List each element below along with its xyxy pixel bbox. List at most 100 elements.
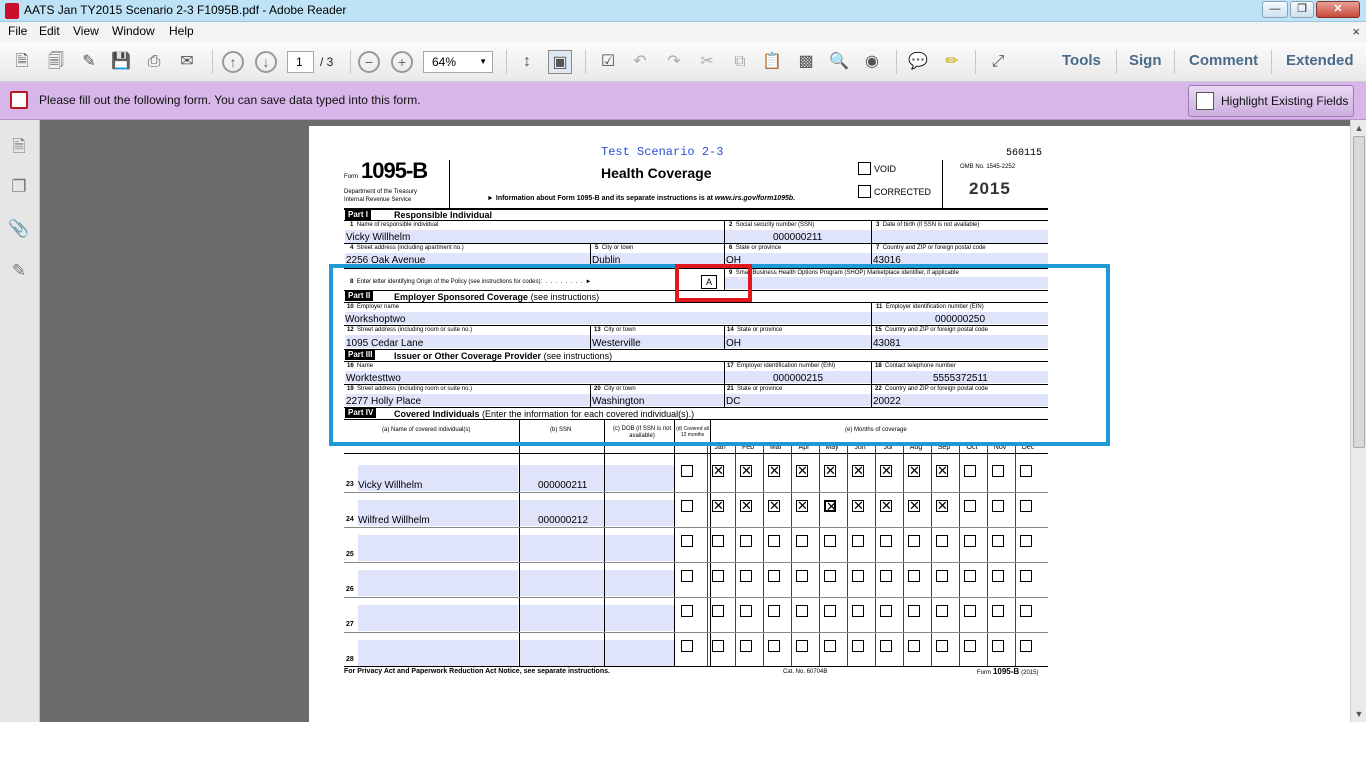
redo-icon[interactable]: ↷ [662, 50, 686, 74]
month-checkbox-nov[interactable] [992, 640, 1004, 652]
edit-pdf-icon[interactable]: ✎ [77, 50, 101, 74]
month-checkbox-feb[interactable] [740, 640, 752, 652]
menu-edit[interactable]: Edit [39, 24, 60, 38]
month-checkbox-jun[interactable] [852, 640, 864, 652]
snapshot-icon[interactable]: ▩ [794, 50, 818, 74]
covered-ssn-field[interactable] [520, 640, 604, 666]
highlight-fields-button[interactable]: Highlight Existing Fields [1188, 85, 1354, 117]
month-checkbox-sep[interactable] [936, 605, 948, 617]
covered-ssn-field[interactable] [520, 605, 604, 631]
month-checkbox-nov[interactable] [992, 605, 1004, 617]
month-checkbox-may[interactable]: ✕ [824, 464, 836, 477]
covered-dob-field[interactable] [605, 535, 674, 561]
month-checkbox-nov[interactable] [992, 570, 1004, 582]
minimize-button[interactable]: — [1262, 1, 1288, 18]
month-checkbox-jan[interactable] [712, 535, 724, 547]
month-checkbox-nov[interactable] [992, 535, 1004, 547]
month-checkbox-oct[interactable] [964, 500, 976, 512]
month-checkbox-jul[interactable] [880, 535, 892, 547]
zoom-select[interactable]: 64% ▼ [423, 51, 493, 73]
layers-icon[interactable]: ❐ [8, 176, 30, 198]
menu-file[interactable]: File [8, 24, 27, 38]
email-icon[interactable]: ✉ [175, 50, 199, 74]
month-checkbox-apr[interactable] [796, 605, 808, 617]
all-12-months-checkbox[interactable] [681, 465, 693, 477]
month-checkbox-aug[interactable] [908, 535, 920, 547]
responsible-street-field[interactable]: 2256 Oak Avenue [345, 253, 590, 264]
attachments-icon[interactable]: 📎 [8, 218, 30, 240]
month-checkbox-jul[interactable]: ✕ [880, 499, 892, 512]
menu-window[interactable]: Window [112, 24, 155, 38]
month-checkbox-jun[interactable]: ✕ [852, 464, 864, 477]
all-12-months-checkbox[interactable] [681, 535, 693, 547]
all-12-months-checkbox[interactable] [681, 500, 693, 512]
month-checkbox-oct[interactable] [964, 465, 976, 477]
month-checkbox-apr[interactable] [796, 570, 808, 582]
highlight-text-icon[interactable]: ✏ [940, 50, 964, 74]
covered-dob-field[interactable] [605, 500, 674, 526]
month-checkbox-apr[interactable] [796, 640, 808, 652]
create-pdf-icon[interactable]: 🗎 [10, 50, 34, 74]
month-checkbox-jan[interactable] [712, 640, 724, 652]
copy-icon[interactable]: ⧉ [728, 50, 752, 74]
month-checkbox-may[interactable] [824, 605, 836, 617]
spell-check-icon[interactable]: ☑ [596, 50, 620, 74]
scroll-thumb[interactable] [1353, 136, 1365, 448]
sign-pane-button[interactable]: Sign [1129, 52, 1162, 69]
month-checkbox-sep[interactable] [936, 535, 948, 547]
month-checkbox-jan[interactable] [712, 570, 724, 582]
month-checkbox-mar[interactable] [768, 605, 780, 617]
all-12-months-checkbox[interactable] [681, 605, 693, 617]
month-checkbox-apr[interactable]: ✕ [796, 499, 808, 512]
zoom-in-icon[interactable]: + [391, 51, 413, 73]
document-close-icon[interactable]: × [1352, 24, 1360, 39]
fit-page-icon[interactable]: ▣ [548, 50, 572, 74]
search-icon[interactable]: 🔍 [827, 50, 851, 74]
corrected-checkbox[interactable] [858, 185, 871, 198]
previous-page-icon[interactable]: ↑ [222, 51, 244, 73]
month-checkbox-jun[interactable]: ✕ [852, 499, 864, 512]
close-button[interactable]: ✕ [1316, 1, 1360, 18]
covered-name-field[interactable] [358, 605, 518, 631]
covered-ssn-field[interactable]: 000000212 [520, 500, 604, 526]
fit-width-icon[interactable]: ↕ [515, 50, 539, 74]
all-12-months-checkbox[interactable] [681, 570, 693, 582]
month-checkbox-jul[interactable]: ✕ [880, 464, 892, 477]
month-checkbox-aug[interactable] [908, 570, 920, 582]
full-screen-icon[interactable]: ⤢ [986, 50, 1010, 74]
month-checkbox-may[interactable] [824, 640, 836, 652]
responsible-name-field[interactable]: Vicky Willhelm [345, 230, 724, 243]
month-checkbox-jan[interactable]: ✕ [712, 499, 724, 512]
save-icon[interactable]: 💾 [109, 50, 133, 74]
month-checkbox-dec[interactable] [1020, 500, 1032, 512]
month-checkbox-aug[interactable] [908, 640, 920, 652]
month-checkbox-jan[interactable]: ✕ [712, 464, 724, 477]
scroll-up-icon[interactable]: ▲ [1353, 122, 1365, 134]
month-checkbox-feb[interactable] [740, 605, 752, 617]
month-checkbox-dec[interactable] [1020, 605, 1032, 617]
month-checkbox-mar[interactable] [768, 570, 780, 582]
month-checkbox-jul[interactable] [880, 605, 892, 617]
covered-name-field[interactable] [358, 535, 518, 561]
covered-name-field[interactable]: Wilfred Willhelm [358, 500, 518, 526]
month-checkbox-feb[interactable]: ✕ [740, 499, 752, 512]
month-checkbox-oct[interactable] [964, 570, 976, 582]
month-checkbox-dec[interactable] [1020, 465, 1032, 477]
sticky-note-icon[interactable]: 💬 [906, 50, 930, 74]
find-binoculars-icon[interactable]: ◉ [860, 50, 884, 74]
month-checkbox-sep[interactable] [936, 570, 948, 582]
combine-files-icon[interactable]: 🗐 [44, 50, 68, 74]
covered-ssn-field[interactable] [520, 570, 604, 596]
page-thumbnails-icon[interactable]: 🗎 [8, 136, 30, 158]
month-checkbox-nov[interactable] [992, 465, 1004, 477]
void-checkbox[interactable] [858, 162, 871, 175]
responsible-state-field[interactable]: OH [725, 253, 871, 264]
month-checkbox-apr[interactable]: ✕ [796, 464, 808, 477]
month-checkbox-mar[interactable] [768, 640, 780, 652]
menu-help[interactable]: Help [169, 24, 194, 38]
month-checkbox-apr[interactable] [796, 535, 808, 547]
undo-icon[interactable]: ↶ [628, 50, 652, 74]
month-checkbox-aug[interactable]: ✕ [908, 464, 920, 477]
vertical-scrollbar[interactable]: ▲ ▼ [1350, 120, 1366, 722]
page-number-input[interactable]: 1 [287, 51, 314, 73]
